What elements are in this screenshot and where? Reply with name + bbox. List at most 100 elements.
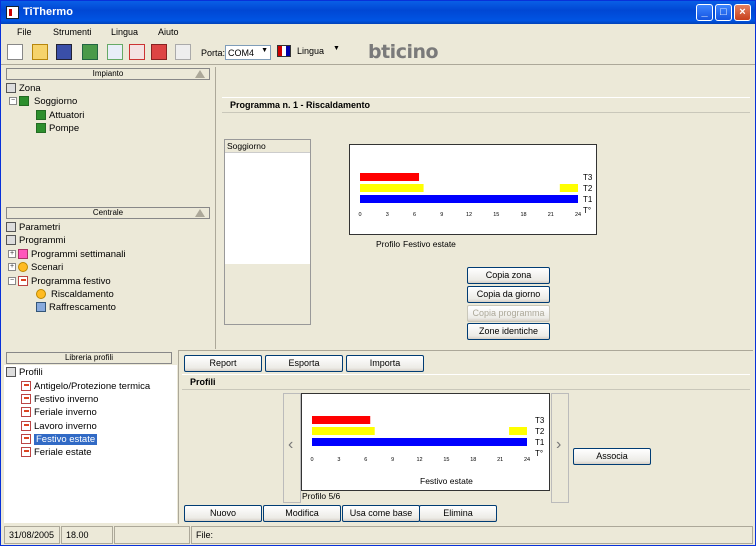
expand-toggle-icon[interactable]: + [8, 250, 16, 259]
tree-zona[interactable]: Zona [6, 83, 41, 94]
program-title: Programma n. 1 - Riscaldamento [222, 97, 750, 113]
language-label[interactable]: Lingua [297, 46, 324, 56]
collapse-icon[interactable] [195, 209, 205, 217]
profile-chart-caption: Festivo estate [420, 476, 473, 486]
new-file-icon[interactable] [7, 44, 23, 60]
use-as-base-button[interactable]: Usa come base [342, 505, 420, 522]
parameters-icon [6, 222, 16, 233]
minimize-button[interactable]: _ [696, 4, 713, 21]
program-chart-x-tick: 9 [440, 212, 443, 218]
copy-zone-button[interactable]: Copia zona [467, 267, 550, 284]
profile-item-selected[interactable]: Festivo estate [21, 434, 98, 445]
profile-icon [21, 447, 31, 458]
menu-strumenti[interactable]: Strumenti [53, 27, 92, 37]
zone-list[interactable]: Soggiorno [224, 139, 311, 325]
maximize-button[interactable]: □ [715, 4, 732, 21]
centrale-tree: Parametri Programmi + Programmi settimana… [4, 220, 213, 347]
send-icon[interactable] [107, 44, 123, 60]
tree-raffrescamento[interactable]: Raffrescamento [36, 302, 116, 313]
collapse-icon[interactable] [195, 70, 205, 78]
impianto-tree: Zona − Soggiorno Attuatori Pompe [4, 81, 213, 202]
tree-parametri[interactable]: Parametri [6, 222, 60, 233]
next-profile-button[interactable]: › [551, 393, 569, 503]
libreria-header: Libreria profili [6, 352, 172, 364]
tree-attuatori[interactable]: Attuatori [36, 110, 84, 121]
profile-chart-x-tick: 21 [497, 457, 503, 463]
chevron-down-icon[interactable]: ▼ [333, 45, 340, 52]
window-title: TiThermo [23, 6, 73, 18]
program-chart-x-tick: 15 [493, 212, 499, 218]
program-chart-bar-t1 [360, 195, 578, 203]
tree-programmi[interactable]: Programmi [6, 235, 65, 246]
profiles-area: Report Esporta Importa Profili ‹ 0 3 6 9 12 1… [178, 350, 753, 524]
tree-profili-label: Profili [19, 367, 43, 378]
profile-item[interactable]: Feriale inverno [21, 407, 97, 418]
program-chart-x-tick: 3 [386, 212, 389, 218]
profile-item[interactable]: Feriale estate [21, 447, 92, 458]
program-chart-x-tick: 6 [413, 212, 416, 218]
expand-toggle-icon[interactable]: + [8, 263, 16, 272]
report-button[interactable]: Report [184, 355, 262, 372]
properties-icon[interactable] [175, 44, 191, 60]
delete-profile-button[interactable]: Elimina [419, 505, 497, 522]
holiday-program-icon [18, 276, 28, 287]
delete-icon[interactable] [151, 44, 167, 60]
collapse-toggle-icon[interactable]: − [9, 97, 17, 106]
port-select[interactable]: COM4 ▼ [225, 45, 271, 60]
cooling-icon [36, 302, 46, 313]
tree-zona-label: Zona [19, 83, 41, 94]
import-button[interactable]: Importa [346, 355, 424, 372]
profile-name: Festivo estate [403, 239, 456, 249]
grid-icon [6, 83, 16, 94]
tree-soggiorno-label: Soggiorno [32, 96, 80, 107]
program-chart: 0 3 6 9 12 15 18 21 24 T3 T2 T1 T° [349, 144, 597, 235]
programs-icon [6, 235, 16, 246]
tree-programmi-settimanali[interactable]: + Programmi settimanali [8, 249, 126, 260]
tree-profili[interactable]: Profili [6, 367, 43, 378]
tree-scenari-label: Scenari [31, 262, 64, 273]
profile-item[interactable]: Festivo inverno [21, 394, 98, 405]
tree-programmi-label: Programmi [19, 235, 66, 246]
receive-icon[interactable] [129, 44, 145, 60]
identical-zones-button[interactable]: Zone identiche [467, 323, 550, 340]
open-folder-icon[interactable] [32, 44, 48, 60]
profile-icon [21, 434, 31, 445]
check-icon[interactable] [82, 44, 98, 60]
profile-tree: Profili Antigelo/Protezione termica Fest… [4, 365, 177, 523]
scenario-icon [18, 262, 28, 273]
menu-aiuto[interactable]: Aiuto [158, 27, 179, 37]
program-chart-level-label: T° [583, 206, 591, 215]
impianto-header[interactable]: Impianto [6, 68, 210, 80]
menu-lingua[interactable]: Lingua [111, 27, 138, 37]
tree-riscaldamento[interactable]: Riscaldamento [36, 289, 116, 300]
modify-profile-button[interactable]: Modifica [263, 505, 341, 522]
new-profile-button[interactable]: Nuovo [184, 505, 262, 522]
profile-chart-x-tick: 12 [416, 457, 422, 463]
profile-item[interactable]: Antigelo/Protezione termica [21, 381, 150, 392]
copy-program-button[interactable]: Copia programma [467, 305, 550, 322]
profile-icon [21, 394, 31, 405]
zone-list-item-soggiorno[interactable]: Soggiorno [225, 140, 310, 153]
zone-icon [19, 96, 29, 107]
tree-soggiorno[interactable]: − Soggiorno [9, 96, 80, 107]
app-window: TiThermo _ □ × File Strumenti Lingua Aiu… [0, 0, 756, 546]
heating-icon [36, 289, 46, 300]
centrale-header[interactable]: Centrale [6, 207, 210, 219]
menu-file[interactable]: File [17, 27, 32, 37]
profiles-icon [6, 367, 16, 378]
previous-profile-button[interactable]: ‹ [283, 393, 301, 503]
tree-pompe[interactable]: Pompe [36, 123, 79, 134]
collapse-toggle-icon[interactable]: − [8, 277, 16, 286]
copy-day-button[interactable]: Copia da giorno [467, 286, 550, 303]
close-button[interactable]: × [734, 4, 751, 21]
export-button[interactable]: Esporta [265, 355, 343, 372]
tree-scenari[interactable]: + Scenari [8, 262, 63, 273]
title-bar: TiThermo _ □ × [1, 1, 755, 24]
tree-riscaldamento-label: Riscaldamento [49, 289, 116, 300]
tree-programma-festivo[interactable]: − Programma festivo [8, 276, 111, 287]
tree-programma-festivo-label: Programma festivo [31, 276, 111, 287]
profile-item[interactable]: Lavoro inverno [21, 421, 97, 432]
save-icon[interactable] [56, 44, 72, 60]
associate-button[interactable]: Associa [573, 448, 651, 465]
program-chart-x-tick: 24 [575, 212, 581, 218]
